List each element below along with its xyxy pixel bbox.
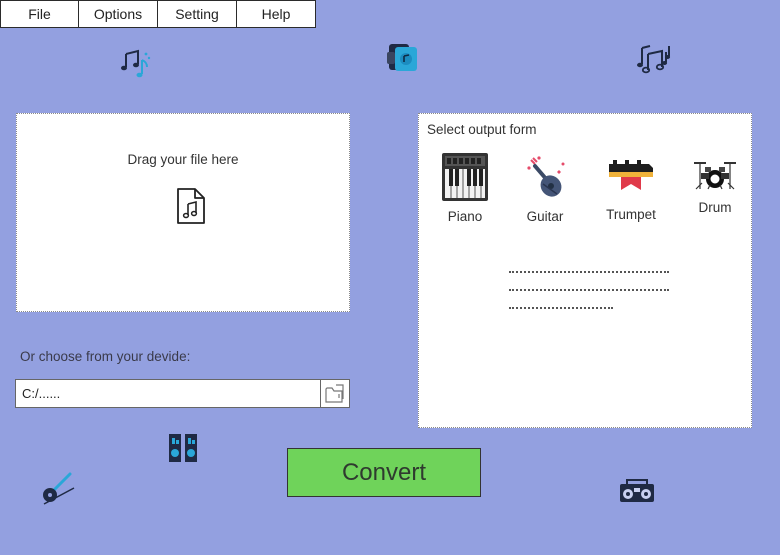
music-notes-icon bbox=[121, 49, 151, 78]
instrument-trumpet[interactable]: Trumpet bbox=[601, 156, 661, 222]
folder-icon bbox=[325, 383, 344, 403]
piano-icon bbox=[442, 153, 488, 201]
output-form-panel: Select output form Piano Guitar Trumpet … bbox=[418, 113, 752, 428]
sheet-music-notes-icon bbox=[637, 45, 671, 74]
instrument-label-trumpet: Trumpet bbox=[606, 207, 656, 222]
music-player-icon bbox=[387, 44, 417, 71]
boombox-icon bbox=[620, 479, 654, 502]
menu-help[interactable]: Help bbox=[236, 0, 316, 28]
guitar-small-icon bbox=[43, 472, 75, 505]
instrument-label-guitar: Guitar bbox=[526, 209, 564, 224]
instrument-label-drum: Drum bbox=[698, 200, 732, 215]
drop-zone-text: Drag your file here bbox=[127, 152, 239, 167]
convert-button[interactable]: Convert bbox=[287, 448, 481, 497]
placeholder-dotted-line bbox=[509, 271, 669, 273]
audio-file-icon bbox=[177, 188, 205, 224]
placeholder-dotted-line bbox=[509, 289, 669, 291]
guitar-icon bbox=[527, 156, 565, 197]
drum-kit-icon bbox=[694, 162, 736, 190]
file-path-input[interactable] bbox=[15, 379, 321, 408]
menu-options[interactable]: Options bbox=[78, 0, 158, 28]
placeholder-dotted-line bbox=[509, 307, 613, 309]
menu-bar: File Options Setting Help bbox=[0, 0, 316, 30]
speakers-icon bbox=[169, 434, 197, 462]
instrument-piano[interactable]: Piano bbox=[439, 152, 491, 224]
menu-file[interactable]: File bbox=[0, 0, 79, 28]
output-form-title: Select output form bbox=[427, 122, 537, 137]
instrument-label-piano: Piano bbox=[447, 209, 483, 224]
file-drop-zone[interactable]: Drag your file here bbox=[16, 113, 350, 312]
instrument-drum[interactable]: Drum bbox=[687, 159, 743, 215]
menu-setting[interactable]: Setting bbox=[157, 0, 237, 28]
trumpet-icon bbox=[609, 160, 653, 190]
instrument-guitar[interactable]: Guitar bbox=[519, 154, 571, 224]
browse-button[interactable] bbox=[320, 379, 350, 408]
choose-device-label: Or choose from your devide: bbox=[20, 349, 191, 364]
